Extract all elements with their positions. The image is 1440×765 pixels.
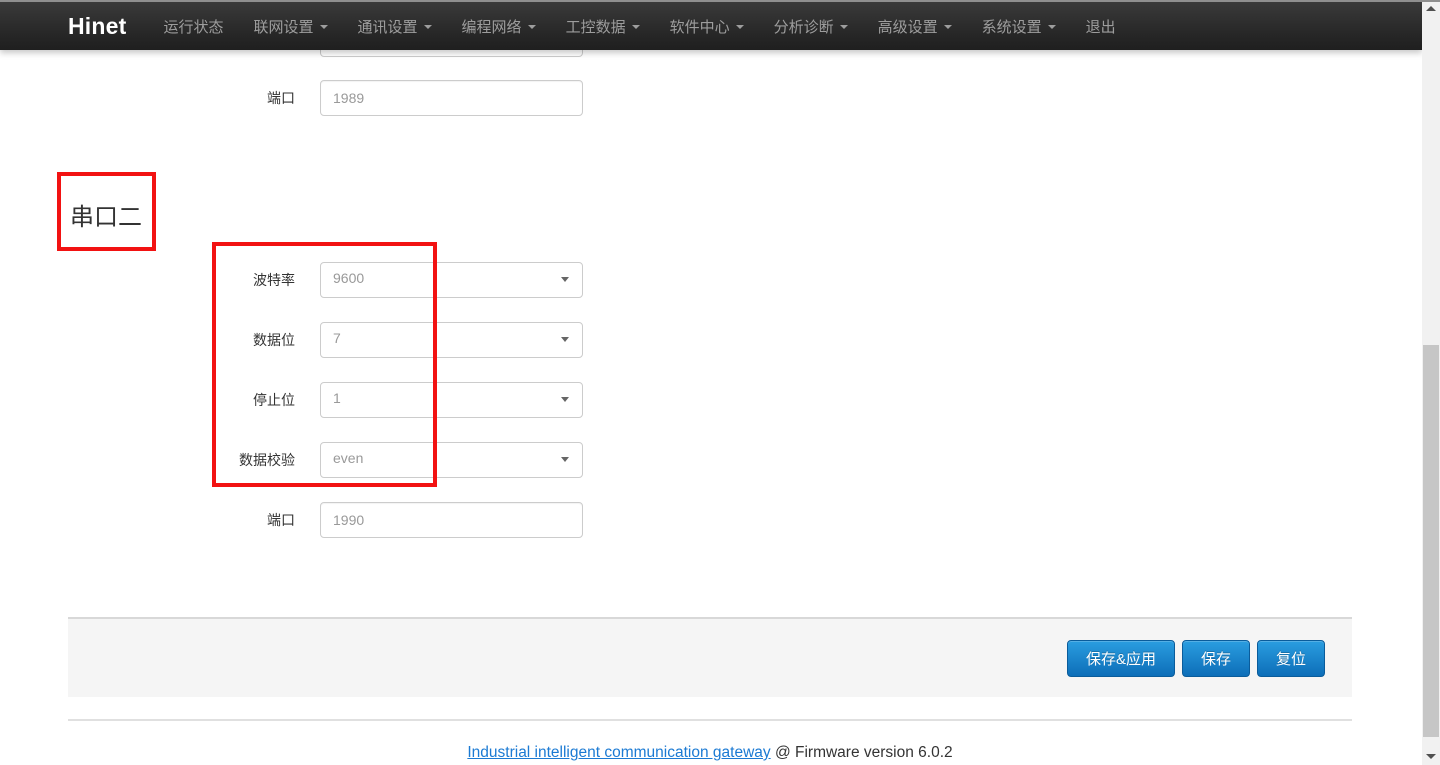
data-bits-value: 7 <box>333 330 341 346</box>
serial1-port-input[interactable] <box>320 80 583 116</box>
scroll-down-button[interactable] <box>1422 748 1440 765</box>
nav-item-advanced-settings[interactable]: 高级设置 <box>863 2 967 50</box>
chevron-down-icon <box>528 25 536 29</box>
baud-rate-label: 波特率 <box>60 270 295 290</box>
top-navbar: Hinet 运行状态 联网设置 通讯设置 编程网络 工控数据 软件中心 分析诊断… <box>0 2 1422 50</box>
brand-logo[interactable]: Hinet <box>68 13 127 40</box>
scrollbar-thumb[interactable] <box>1423 345 1439 737</box>
save-button[interactable]: 保存 <box>1182 640 1250 677</box>
vertical-scrollbar[interactable] <box>1422 0 1440 765</box>
nav-item-software-center[interactable]: 软件中心 <box>655 2 759 50</box>
chevron-down-icon <box>840 25 848 29</box>
chevron-down-icon <box>1048 25 1056 29</box>
nav-item-logout[interactable]: 退出 <box>1071 2 1131 50</box>
form-actions-bar: 保存&应用 保存 复位 <box>68 617 1352 697</box>
nav-item-run-status[interactable]: 运行状态 <box>149 2 239 50</box>
select-arrow-icon <box>561 337 569 342</box>
reset-button[interactable]: 复位 <box>1257 640 1325 677</box>
stop-bits-value: 1 <box>333 390 341 406</box>
nav-item-analysis-diagnosis[interactable]: 分析诊断 <box>759 2 863 50</box>
gateway-link[interactable]: Industrial intelligent communication gat… <box>467 744 770 761</box>
baud-rate-value: 9600 <box>333 270 364 286</box>
chevron-down-icon <box>424 25 432 29</box>
serial2-section-title: 串口二 <box>70 197 142 232</box>
baud-rate-select[interactable]: 9600 <box>320 262 583 298</box>
arrow-up-icon <box>1426 6 1436 11</box>
stop-bits-label: 停止位 <box>60 390 295 410</box>
select-arrow-icon <box>561 397 569 402</box>
save-apply-button[interactable]: 保存&应用 <box>1067 640 1175 677</box>
firmware-version-text: @ Firmware version 6.0.2 <box>775 744 953 761</box>
chevron-down-icon <box>632 25 640 29</box>
stop-bits-select[interactable]: 1 <box>320 382 583 418</box>
arrow-down-icon <box>1426 754 1436 759</box>
chevron-down-icon <box>736 25 744 29</box>
nav-menu: 运行状态 联网设置 通讯设置 编程网络 工控数据 软件中心 分析诊断 高级设置 … <box>149 2 1131 50</box>
footer: Industrial intelligent communication gat… <box>68 744 1352 762</box>
nav-item-comm-settings[interactable]: 通讯设置 <box>343 2 447 50</box>
data-bits-label: 数据位 <box>60 330 295 350</box>
chevron-down-icon <box>944 25 952 29</box>
serial1-port-label: 端口 <box>60 88 295 108</box>
parity-select[interactable]: even <box>320 442 583 478</box>
nav-item-network-settings[interactable]: 联网设置 <box>239 2 343 50</box>
window-top-border <box>0 0 1440 2</box>
serial2-port-label: 端口 <box>60 510 295 530</box>
nav-item-system-settings[interactable]: 系统设置 <box>967 2 1071 50</box>
parity-value: even <box>333 450 363 466</box>
serial2-port-input[interactable] <box>320 502 583 538</box>
select-arrow-icon <box>561 277 569 282</box>
data-bits-select[interactable]: 7 <box>320 322 583 358</box>
scroll-up-button[interactable] <box>1422 0 1440 17</box>
chevron-down-icon <box>320 25 328 29</box>
select-arrow-icon <box>561 457 569 462</box>
nav-item-programming-network[interactable]: 编程网络 <box>447 2 551 50</box>
parity-label: 数据校验 <box>60 450 295 470</box>
nav-item-industrial-data[interactable]: 工控数据 <box>551 2 655 50</box>
footer-divider <box>68 719 1352 721</box>
